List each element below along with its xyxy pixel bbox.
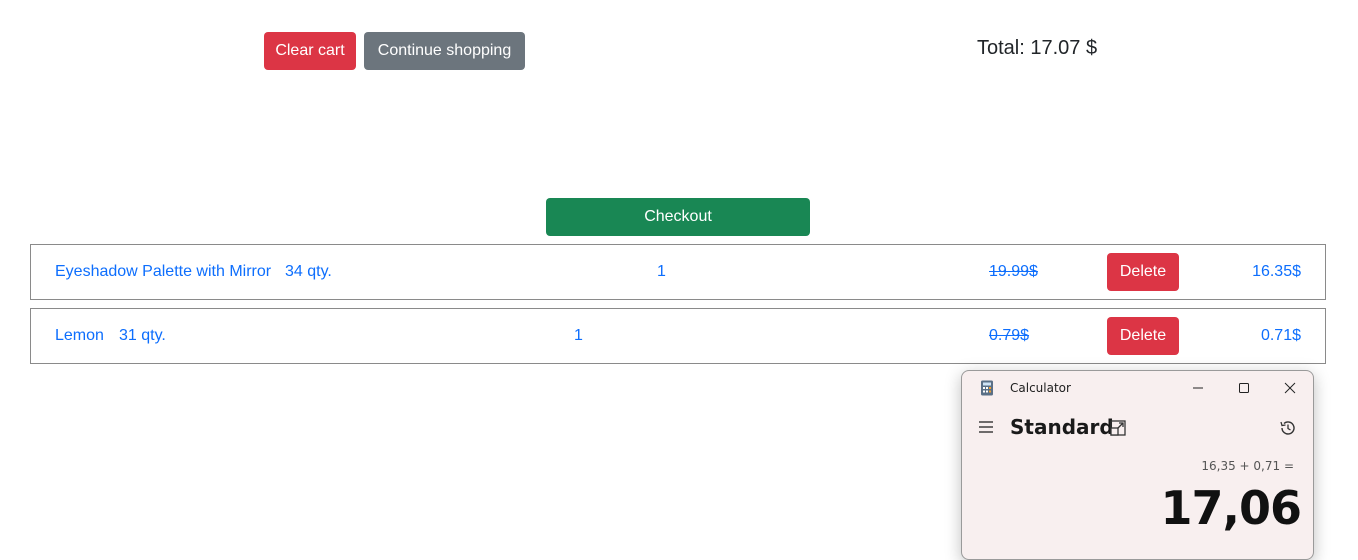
cart-item-row: Eyeshadow Palette with Mirror 34 qty. 1 … [30,244,1326,300]
item-stock: 34 qty. [285,263,332,280]
item-quantity: 1 [574,327,583,344]
delete-button[interactable]: Delete [1107,317,1179,355]
cart-item-row: Lemon 31 qty. 1 0.79$ Delete 0.71$ [30,308,1326,364]
item-quantity: 1 [657,263,666,280]
calculator-window: Calculator Standard 16,35 + 0,71 = 17,06 [961,370,1314,560]
item-price: 16.35$ [1252,263,1301,280]
item-name-link[interactable]: Lemon [55,327,104,345]
minimize-icon[interactable] [1187,377,1209,399]
cart-total: Total: 17.07 $ [977,37,1098,59]
item-name-link[interactable]: Eyeshadow Palette with Mirror [55,263,271,281]
clear-cart-button[interactable]: Clear cart [264,32,356,70]
item-price: 0.71$ [1260,327,1301,344]
checkout-button[interactable]: Checkout [546,198,810,236]
calculator-expression: 16,35 + 0,71 = [1201,459,1294,473]
item-stock: 31 qty. [119,327,166,344]
history-icon[interactable] [1278,418,1298,438]
calculator-titlebar[interactable]: Calculator [962,371,1313,405]
calculator-app-icon [980,380,994,396]
hamburger-menu-icon[interactable] [976,417,996,437]
calculator-display: 17,06 [1160,481,1302,535]
calculator-mode-title: Standard [1010,415,1114,439]
keep-on-top-icon[interactable] [1108,418,1128,438]
continue-shopping-button[interactable]: Continue shopping [364,32,525,70]
close-icon[interactable] [1279,377,1301,399]
maximize-icon[interactable] [1233,377,1255,399]
item-original-price: 0.79$ [989,327,1030,344]
item-original-price: 19.99$ [989,263,1038,280]
calculator-title: Calculator [1010,381,1071,395]
delete-button[interactable]: Delete [1107,253,1179,291]
